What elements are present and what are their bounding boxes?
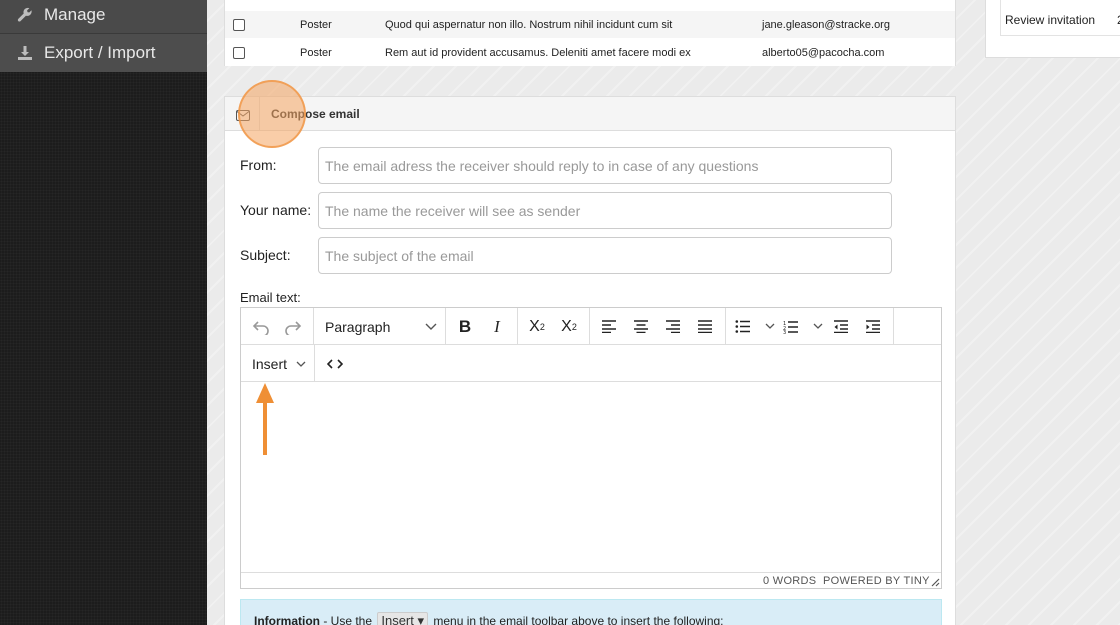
svg-text:3: 3 [783,330,786,334]
resize-handle-icon[interactable] [931,578,940,590]
compose-email-panel: Compose email From: Your name: Subject: … [224,96,956,625]
powered-by-link[interactable]: POWERED BY TINY [823,575,930,587]
insert-menu-reference-label: Insert [381,613,414,625]
invitation-row: Review invitation 2 [1000,0,1120,36]
toolbar-divider [314,345,315,382]
invitation-label: Review invitation [1005,13,1096,27]
undo-icon[interactable] [249,314,273,339]
block-format-label: Paragraph [325,318,391,335]
click-highlight [238,80,306,148]
row-email: jane.gleason@stracke.org [762,18,890,31]
subject-input[interactable] [318,237,892,274]
align-center-icon[interactable] [629,314,653,339]
editor-toolbar-primary: Paragraph B I X2 X2 1 2 3 [241,308,941,345]
align-right-icon[interactable] [661,314,685,339]
table-row[interactable]: Poster Quod qui aspernatur non illo. Nos… [225,11,955,38]
chevron-down-icon [425,318,437,335]
source-code-icon[interactable] [323,351,347,376]
block-format-dropdown[interactable]: Paragraph [321,314,441,339]
recipients-table: Poster Quod qui aspernatur non illo. Nos… [224,0,956,66]
editor-statusbar: 0 WORDS POWERED BY TINY [241,572,941,589]
row-checkbox[interactable] [233,46,245,59]
from-input[interactable] [318,147,892,184]
information-box: Information - Use the Insert ▾ menu in t… [240,599,942,625]
table-row[interactable]: Poster Rem aut id provident accusamus. D… [225,39,955,66]
editor-content-area[interactable] [241,382,941,572]
sidebar-item-label: Manage [44,4,106,24]
insert-menu-reference: Insert ▾ [377,612,429,625]
sidebar-item-manage[interactable]: Manage [0,0,207,34]
information-text: Information - Use the Insert ▾ menu in t… [254,612,724,625]
email-text-label: Email text: [240,290,301,305]
toolbar-divider [517,308,518,345]
subject-label: Subject: [240,247,291,263]
toolbar-divider [445,308,446,345]
indent-icon[interactable] [861,314,885,339]
row-message: Rem aut id provident accusamus. Deleniti… [385,46,691,59]
italic-icon[interactable]: I [485,314,509,339]
row-type: Poster [300,46,332,59]
row-email: alberto05@pacocha.com [762,46,885,59]
editor-toolbar-secondary: Insert [241,345,941,382]
rich-text-editor: Paragraph B I X2 X2 1 2 3 Insert 0 WORDS… [240,307,942,589]
row-checkbox[interactable] [233,18,245,31]
bullet-list-icon[interactable] [735,314,775,339]
insert-menu-button[interactable]: Insert [249,351,309,376]
download-icon [16,44,34,62]
from-label: From: [240,157,277,173]
pointer-arrow-icon [256,383,274,455]
toolbar-divider [725,308,726,345]
invitation-panel: Review invitation 2 [985,0,1120,58]
word-count: 0 WORDS [763,575,817,587]
subscript-icon[interactable]: X2 [525,314,549,339]
sidebar: Manage Export / Import [0,0,207,625]
row-type: Poster [300,18,332,31]
superscript-icon[interactable]: X2 [557,314,581,339]
align-justify-icon[interactable] [693,314,717,339]
numbered-list-icon[interactable]: 123 [783,314,823,339]
information-post: menu in the email toolbar above to inser… [430,614,724,625]
name-label: Your name: [240,202,312,218]
chevron-down-icon [296,355,306,372]
row-message: Quod qui aspernatur non illo. Nostrum ni… [385,18,673,31]
compose-header[interactable]: Compose email [225,97,955,131]
outdent-icon[interactable] [829,314,853,339]
insert-menu-label: Insert [252,355,288,372]
toolbar-divider [589,308,590,345]
information-heading: Information [254,614,320,625]
bold-icon[interactable]: B [453,314,477,339]
sidebar-item-label: Export / Import [44,43,156,62]
toolbar-divider [893,308,894,345]
toolbar-divider [313,308,314,345]
wrench-icon [16,6,34,24]
redo-icon[interactable] [281,314,305,339]
information-pre: - Use the [320,614,376,625]
align-left-icon[interactable] [597,314,621,339]
sender-name-input[interactable] [318,192,892,229]
sidebar-item-export-import[interactable]: Export / Import [0,34,207,72]
